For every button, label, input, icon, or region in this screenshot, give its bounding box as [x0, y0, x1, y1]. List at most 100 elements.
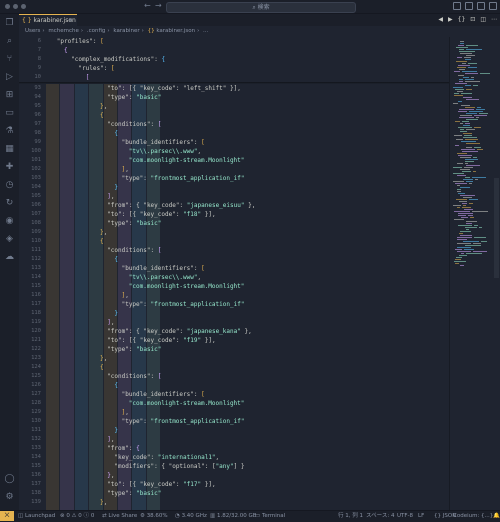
encoding-status[interactable]: UTF-8 [397, 511, 413, 521]
code-line[interactable]: 135 "modifiers": { "optional": ["any"] } [19, 462, 449, 471]
code-line[interactable]: 123}, [19, 354, 449, 363]
code-line[interactable]: 94 "type": "basic" [19, 93, 449, 102]
code-line[interactable]: 126 { [19, 381, 449, 390]
live-share-status[interactable]: ⇄ Live Share [102, 511, 137, 521]
code-line[interactable]: 103 "type": "frontmost_application_if" [19, 174, 449, 183]
toggle-panel-icon[interactable] [465, 2, 473, 10]
close-window-button[interactable] [5, 4, 10, 9]
manage-gear-icon[interactable]: ⚙ [4, 492, 15, 502]
code-line[interactable]: 130 "type": "frontmost_application_if" [19, 417, 449, 426]
sticky-scroll-line[interactable]: 9 "rules": [ [19, 64, 449, 73]
editor-scrollbar-thumb[interactable] [494, 178, 499, 278]
code-line[interactable]: 124 { [19, 363, 449, 372]
code-line[interactable]: 127 "bundle_identifiers": [ [19, 390, 449, 399]
timeline-icon[interactable]: ◷ [4, 180, 15, 190]
docker-icon[interactable]: ▦ [4, 144, 15, 154]
breadcrumb-item[interactable]: karabiner.json [156, 28, 195, 34]
code-line[interactable]: 113 "bundle_identifiers": [ [19, 264, 449, 273]
code-line[interactable]: 93 "to": [{ "key_code": "left_shift" }], [19, 84, 449, 93]
code-line[interactable]: 131} [19, 426, 449, 435]
code-line[interactable]: 107 "to": [{ "key_code": "f18" }], [19, 210, 449, 219]
code-line[interactable]: 122 "type": "basic" [19, 345, 449, 354]
json-action-icon[interactable]: {} [458, 16, 466, 23]
code-line[interactable]: 139}, [19, 498, 449, 507]
forward-arrow-icon[interactable]: → [155, 1, 162, 10]
split-editor-icon[interactable]: ◫ [480, 16, 486, 23]
sticky-scroll-line[interactable]: 10 [ [19, 73, 449, 82]
containers-icon[interactable]: ☁ [4, 252, 15, 262]
extensions-icon[interactable]: ⊞ [4, 90, 15, 100]
code-line[interactable]: 137 "to": [{ "key_code": "f17" }], [19, 480, 449, 489]
code-line[interactable]: 111 "conditions": [ [19, 246, 449, 255]
code-line[interactable]: 121 "to": [{ "key_code": "f19" }], [19, 336, 449, 345]
live-share-icon[interactable]: ↻ [4, 198, 15, 208]
open-preview-icon[interactable]: ⊡ [470, 16, 475, 23]
indentation-status[interactable]: スペース: 4 [366, 511, 394, 521]
breadcrumb-item[interactable]: .config [87, 28, 106, 34]
code-line[interactable]: 112 { [19, 255, 449, 264]
code-line[interactable]: 120 "from": { "key_code": "japanese_kana"… [19, 327, 449, 336]
breadcrumb-item[interactable]: Users [25, 28, 40, 34]
notifications-bell-icon[interactable]: 🔔 [493, 511, 500, 521]
run-debug-icon[interactable]: ▷ [4, 72, 15, 82]
remote-explorer-icon[interactable]: ▭ [4, 108, 15, 118]
back-arrow-icon[interactable]: ← [144, 1, 151, 10]
testing-icon[interactable]: ⚗ [4, 126, 15, 136]
code-line[interactable]: 133 "from": { [19, 444, 449, 453]
code-line[interactable]: 95}, [19, 102, 449, 111]
source-control-icon[interactable]: ⑂ [4, 54, 15, 64]
code-line[interactable]: 105], [19, 192, 449, 201]
code-line[interactable]: 98 { [19, 129, 449, 138]
code-line[interactable]: 125 "conditions": [ [19, 372, 449, 381]
code-line[interactable]: 109}, [19, 228, 449, 237]
code-line[interactable]: 128 "com.moonlight-stream.Moonlight" [19, 399, 449, 408]
code-line[interactable]: 119], [19, 318, 449, 327]
terminal-status[interactable]: ▭ Terminal [255, 511, 285, 521]
eol-status[interactable]: LF [418, 511, 424, 521]
close-tab-icon[interactable]: × [68, 15, 73, 26]
code-line[interactable]: 132], [19, 435, 449, 444]
remote-indicator-icon[interactable]: ⨉ [0, 511, 14, 521]
minimize-window-button[interactable] [13, 4, 18, 9]
python-icon[interactable]: ✚ [4, 162, 15, 172]
launchpad-status[interactable]: ◫ Launchpad [18, 511, 55, 521]
codeium-icon[interactable]: ◈ [4, 234, 15, 244]
code-line[interactable]: 117 "type": "frontmost_application_if" [19, 300, 449, 309]
cursor-position[interactable]: 行 1, 列 1 [338, 511, 363, 521]
code-line[interactable]: 116], [19, 291, 449, 300]
sticky-scroll-line[interactable]: 7{ [19, 46, 449, 55]
code-line[interactable]: 114 "tv\\.parsec\\.www", [19, 273, 449, 282]
code-line[interactable]: 97 "conditions": [ [19, 120, 449, 129]
tab-karabiner-json[interactable]: { } karabiner.json × [19, 14, 77, 27]
code-line[interactable]: 100 "tv\\.parsec\\.www", [19, 147, 449, 156]
minimap[interactable] [449, 37, 500, 510]
code-line[interactable]: 129], [19, 408, 449, 417]
explorer-icon[interactable]: ❐ [4, 18, 15, 28]
github-icon[interactable]: ◉ [4, 216, 15, 226]
sticky-scroll-line[interactable]: 8 "complex_modifications": { [19, 55, 449, 64]
code-line[interactable]: 108 "type": "basic" [19, 219, 449, 228]
code-line[interactable]: 118} [19, 309, 449, 318]
code-line[interactable]: 102], [19, 165, 449, 174]
more-actions-icon[interactable]: ⋯ [491, 16, 497, 23]
problems-status[interactable]: ⊗ 0 ⚠ 0 ⓘ 0 [60, 511, 94, 521]
code-line[interactable]: 106 "from": { "key_code": "japanese_eisuu… [19, 201, 449, 210]
code-line[interactable]: 134 "key_code": "international1", [19, 453, 449, 462]
code-editor[interactable]: 6 "profiles": [7{8 "complex_modifications"… [19, 37, 449, 510]
search-view-icon[interactable]: ⌕ [4, 36, 15, 46]
code-line[interactable]: 115 "com.moonlight-stream.Moonlight" [19, 282, 449, 291]
maximize-window-button[interactable] [21, 4, 26, 9]
code-line[interactable]: 101 "com.moonlight-stream.Moonlight" [19, 156, 449, 165]
breadcrumb-item[interactable]: ... [203, 28, 208, 34]
accounts-icon[interactable]: ◯ [4, 474, 15, 484]
breadcrumb-item[interactable]: mchemche [48, 28, 79, 34]
next-change-icon[interactable]: ▶ [448, 16, 453, 23]
previous-change-icon[interactable]: ◀ [438, 16, 443, 23]
code-line[interactable]: 99 "bundle_identifiers": [ [19, 138, 449, 147]
command-center-search[interactable]: ⌕ 検索 [166, 2, 356, 13]
code-line[interactable]: 96 { [19, 111, 449, 120]
code-line[interactable]: 104} [19, 183, 449, 192]
code-line[interactable]: 136}, [19, 471, 449, 480]
breadcrumb-item[interactable]: karabiner [113, 28, 139, 34]
codeium-status[interactable]: Codeium: {...} [453, 511, 493, 521]
